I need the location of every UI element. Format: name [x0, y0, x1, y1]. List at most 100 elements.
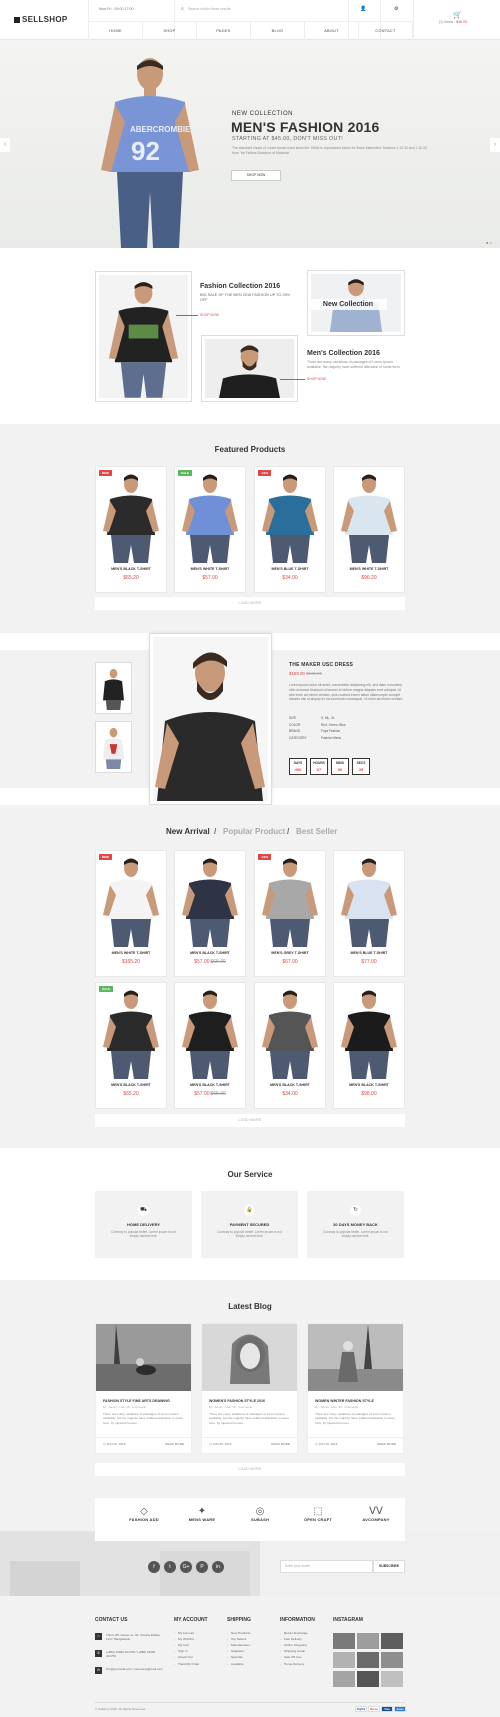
product-image-wrap[interactable]	[336, 985, 402, 1079]
product-image-wrap[interactable]	[257, 853, 323, 947]
nav-shop[interactable]: SHOP	[142, 22, 196, 40]
brand-logo[interactable]: ✦ MENS WARE	[173, 1498, 231, 1541]
slider-prev-icon[interactable]: ‹	[0, 138, 10, 152]
product-image-wrap[interactable]	[257, 985, 323, 1079]
product-image-wrap[interactable]	[98, 469, 164, 563]
product-main-image[interactable]	[149, 633, 272, 805]
footer-link-text[interactable]: Online Shopping	[284, 1643, 307, 1647]
product-name[interactable]: MEN'S WHITE T-SHIRT	[96, 951, 166, 955]
product-card[interactable]: MEN'S BLACK T-SHIRT $57.00$65.00	[174, 982, 246, 1109]
product-name[interactable]: MEN'S GREY T-SHIRT	[255, 951, 325, 955]
instagram-photo[interactable]	[333, 1652, 355, 1668]
product-card[interactable]: -15% MEN'S BLUE T-SHIRT $34.00	[254, 466, 326, 593]
read-more-link[interactable]: READ MORE	[377, 1442, 396, 1446]
product-name[interactable]: MEN'S WHITE T-SHIRT	[175, 567, 245, 571]
load-more-button[interactable]: LOAD MORE	[95, 1463, 405, 1476]
footer-link[interactable]: › Home Delivery	[280, 1661, 304, 1667]
instagram-photo[interactable]	[381, 1633, 403, 1649]
product-card[interactable]: MEN'S WHITE T-SHIRT $96.20	[333, 466, 405, 593]
blog-image[interactable]	[96, 1324, 191, 1391]
product-image-wrap[interactable]	[177, 469, 243, 563]
product-name[interactable]: MEN'S BLACK T-SHIRT	[255, 1083, 325, 1087]
brand-logo[interactable]: ᐯᐯ AVCOMPANY	[347, 1498, 405, 1541]
brand-logo[interactable]: ⬚ OPEN CRAFT	[289, 1498, 347, 1541]
nav-home[interactable]: HOME	[88, 22, 142, 40]
read-more-link[interactable]: READ MORE	[271, 1442, 290, 1446]
product-card[interactable]: NEW MEN'S BLACK T-SHIRT $65.20	[95, 466, 167, 593]
footer-link-text[interactable]: Track My Order	[178, 1662, 199, 1666]
blog-title[interactable]: FASHION STYLE FINE ARTS DRAWING	[103, 1399, 170, 1403]
product-name[interactable]: MEN'S BLUE T-SHIRT	[255, 567, 325, 571]
footer-link-text[interactable]: Suppliers	[231, 1649, 244, 1653]
google-plus-icon[interactable]: G+	[180, 1561, 192, 1573]
blog-image[interactable]	[202, 1324, 297, 1391]
product-card[interactable]: SALE MEN'S BLACK T-SHIRT $65.20	[95, 982, 167, 1109]
collection-shop-now-link[interactable]: SHOP NOW	[307, 377, 326, 381]
product-card[interactable]: MEN'S BLUE T-SHIRT $77.00	[333, 850, 405, 977]
product-image-wrap[interactable]	[257, 469, 323, 563]
product-card[interactable]: -15% MEN'S GREY T-SHIRT $67.00	[254, 850, 326, 977]
site-logo[interactable]: SELLSHOP	[14, 15, 68, 24]
instagram-photo[interactable]	[333, 1633, 355, 1649]
instagram-photo[interactable]	[357, 1671, 379, 1687]
product-image-wrap[interactable]	[177, 853, 243, 947]
footer-link-text[interactable]: Return Exchange	[284, 1631, 308, 1635]
footer-link-text[interactable]: Shipping Guide	[284, 1649, 305, 1653]
instagram-photo[interactable]	[357, 1652, 379, 1668]
footer-link-text[interactable]: Check Out	[178, 1655, 193, 1659]
user-icon[interactable]: 👤	[360, 6, 366, 12]
nav-pages[interactable]: PAGES	[196, 22, 250, 40]
footer-link-text[interactable]: Home Delivery	[284, 1662, 304, 1666]
footer-link-text[interactable]: Specials	[231, 1655, 243, 1659]
nav-contact[interactable]: CONTACT	[358, 22, 413, 40]
collection-shop-now-link[interactable]: SHOP NOW	[200, 313, 219, 317]
product-name[interactable]: MEN'S BLACK T-SHIRT	[96, 1083, 166, 1087]
slider-next-icon[interactable]: ›	[490, 138, 500, 152]
brand-logo[interactable]: ◎ SUBASH	[231, 1498, 289, 1541]
instagram-photo[interactable]	[381, 1652, 403, 1668]
read-more-link[interactable]: READ MORE	[165, 1442, 184, 1446]
blog-title[interactable]: WOMEN'S FASHION STYLE 2016	[209, 1399, 265, 1403]
cart-summary[interactable]: (2) items - $46.00	[439, 20, 467, 24]
footer-link-text[interactable]: Manufactures	[231, 1643, 250, 1647]
product-name[interactable]: MEN'S BLACK T-SHIRT	[334, 1083, 404, 1087]
tab-popular-product[interactable]: Popular Product	[223, 827, 285, 836]
product-name[interactable]: MEN'S WHITE T-SHIRT	[334, 567, 404, 571]
blog-card[interactable]: FASHION STYLE FINE ARTS DRAWING By : Admi…	[95, 1323, 192, 1454]
product-name[interactable]: MEN'S BLUE T-SHIRT	[334, 951, 404, 955]
footer-link[interactable]: › Available	[227, 1661, 244, 1667]
product-card[interactable]: MEN'S BLACK T-SHIRT $57.00$65.00	[174, 850, 246, 977]
product-name[interactable]: MEN'S BLACK T-SHIRT	[175, 1083, 245, 1087]
load-more-button[interactable]: LOAD MORE	[95, 597, 405, 610]
twitter-icon[interactable]: t	[164, 1561, 176, 1573]
footer-link-text[interactable]: Available	[231, 1662, 244, 1666]
product-thumbnail[interactable]	[95, 721, 132, 773]
footer-link-text[interactable]: New Products	[231, 1631, 250, 1635]
search-icon[interactable]: ⌕	[181, 6, 184, 12]
product-card[interactable]: MEN'S BLACK T-SHIRT $98.00	[333, 982, 405, 1109]
product-card[interactable]: NEW MEN'S WHITE T-SHIRT $165.20	[95, 850, 167, 977]
footer-link-text[interactable]: My Cart	[178, 1643, 189, 1647]
footer-link-text[interactable]: My Wishlist	[178, 1637, 194, 1641]
blog-card[interactable]: WOMEN'S FASHION STYLE 2016 By : Admin - L…	[201, 1323, 298, 1454]
collection-image-2[interactable]	[201, 335, 298, 402]
instagram-photo[interactable]	[357, 1633, 379, 1649]
footer-link[interactable]: › Track My Order	[174, 1661, 199, 1667]
search-input[interactable]: Search within these results	[188, 7, 231, 11]
product-card[interactable]: SALE MEN'S WHITE T-SHIRT $57.00	[174, 466, 246, 593]
footer-link-text[interactable]: Sale Off Use	[284, 1655, 301, 1659]
shop-now-button[interactable]: SHOP NOW	[231, 170, 281, 181]
footer-link-text[interactable]: Sign In	[178, 1649, 188, 1653]
footer-link-text[interactable]: Top Sellers	[231, 1637, 246, 1641]
nav-blog[interactable]: BLOG	[250, 22, 304, 40]
tab-best-seller[interactable]: Best Seller	[296, 827, 337, 836]
blog-card[interactable]: WOMEN WINTER FASHION STYLE By : Admin - L…	[307, 1323, 404, 1454]
product-name[interactable]: MEN'S BLACK T-SHIRT	[175, 951, 245, 955]
product-thumbnail[interactable]	[95, 662, 132, 714]
nav-about[interactable]: ABOUT	[304, 22, 358, 40]
pinterest-icon[interactable]: P	[196, 1561, 208, 1573]
subscribe-button[interactable]: SUBSCRIBE	[373, 1560, 405, 1573]
product-image-wrap[interactable]	[336, 853, 402, 947]
product-image-wrap[interactable]	[177, 985, 243, 1079]
load-more-button[interactable]: LOAD MORE	[95, 1114, 405, 1127]
